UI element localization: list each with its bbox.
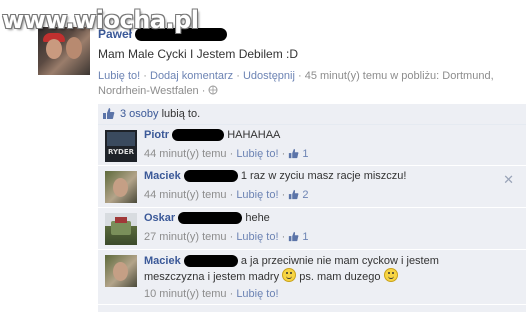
thumbs-up-icon xyxy=(288,231,299,245)
likes-count-link[interactable]: 3 osoby xyxy=(120,108,159,120)
post-text: Mam Male Cycki I Jestem Debilem :D xyxy=(98,47,299,61)
redacted-surname xyxy=(183,255,238,268)
commenter-avatar[interactable] xyxy=(105,213,137,245)
add-comment-link[interactable]: Dodaj komentarz xyxy=(150,70,233,82)
share-link[interactable]: Udostępnij xyxy=(243,70,295,82)
likes-summary: 3 osoby lubią to. xyxy=(98,104,526,125)
redacted-surname xyxy=(178,212,243,225)
comment: RYDER Piotr HAHAHAA 44 minut(y) temu · L… xyxy=(98,125,526,166)
commenter-avatar[interactable]: RYDER xyxy=(105,130,137,162)
close-icon[interactable]: ✕ xyxy=(503,172,514,188)
comment-time: 27 minut(y) temu xyxy=(144,231,227,243)
comment-like-count[interactable]: 1 xyxy=(302,231,308,243)
globe-icon xyxy=(208,85,218,97)
thumbs-up-icon xyxy=(288,189,299,203)
comment-time: 44 minut(y) temu xyxy=(144,189,227,201)
commenter-name[interactable]: Maciek xyxy=(144,170,181,182)
watermark: www.wiocha.pl xyxy=(2,6,199,34)
comment-time: 10 minut(y) temu xyxy=(144,288,227,300)
commenter-name[interactable]: Maciek xyxy=(144,255,181,267)
avatar-text: RYDER xyxy=(107,148,135,156)
comment: Maciek 1 raz w zyciu masz racje miszczu!… xyxy=(98,166,526,208)
comment-like-link[interactable]: Lubię to! xyxy=(236,189,278,201)
redacted-surname xyxy=(183,170,238,183)
comment: Oskar hehe 27 minut(y) temu · Lubię to! … xyxy=(98,208,526,250)
thumbs-up-icon xyxy=(288,148,299,162)
comment-like-link[interactable]: Lubię to! xyxy=(236,231,278,243)
comment: Maciek a ja przeciwnie nie mam cyckow i … xyxy=(98,250,526,305)
likes-text: lubią to. xyxy=(161,108,201,120)
comment-text: HAHAHAA xyxy=(227,129,281,141)
comment-text-line2b: ps. mam duzego xyxy=(299,271,381,283)
comment-time: 44 minut(y) temu xyxy=(144,148,227,160)
comment-text: 1 raz w zyciu masz racje miszczu! xyxy=(240,170,407,182)
comment-like-link[interactable]: Lubię to! xyxy=(236,288,278,300)
post-location-line2: Nordrhein-Westfalen · xyxy=(98,85,206,97)
like-link[interactable]: Lubię to! xyxy=(98,70,140,82)
comment-text: hehe xyxy=(245,212,270,224)
comment-text-line2: meszczyzna i jestem madry xyxy=(144,271,280,283)
post-time-location: · 45 minut(y) temu w pobliżu: Dortmund, xyxy=(298,70,494,82)
commenter-name[interactable]: Piotr xyxy=(144,129,169,141)
separator: · xyxy=(236,70,240,82)
redacted-surname xyxy=(172,129,225,142)
comment-like-count[interactable]: 1 xyxy=(302,148,308,160)
commenter-avatar[interactable] xyxy=(105,171,137,203)
separator: · xyxy=(143,70,147,82)
next-comment-edge xyxy=(98,305,526,312)
comment-like-link[interactable]: Lubię to! xyxy=(236,148,278,160)
thumbs-up-icon xyxy=(102,107,115,123)
smiley-icon xyxy=(383,268,398,282)
smiley-icon xyxy=(282,268,297,282)
commenter-avatar[interactable] xyxy=(105,255,137,287)
comment-like-count[interactable]: 2 xyxy=(302,189,308,201)
post-meta: Lubię to! · Dodaj komentarz · Udostępnij… xyxy=(98,69,526,99)
post-author-avatar[interactable] xyxy=(38,27,90,75)
comment-text-line1: a ja przeciwnie nie mam cyckow i jestem xyxy=(240,255,439,267)
commenter-name[interactable]: Oskar xyxy=(144,212,175,224)
